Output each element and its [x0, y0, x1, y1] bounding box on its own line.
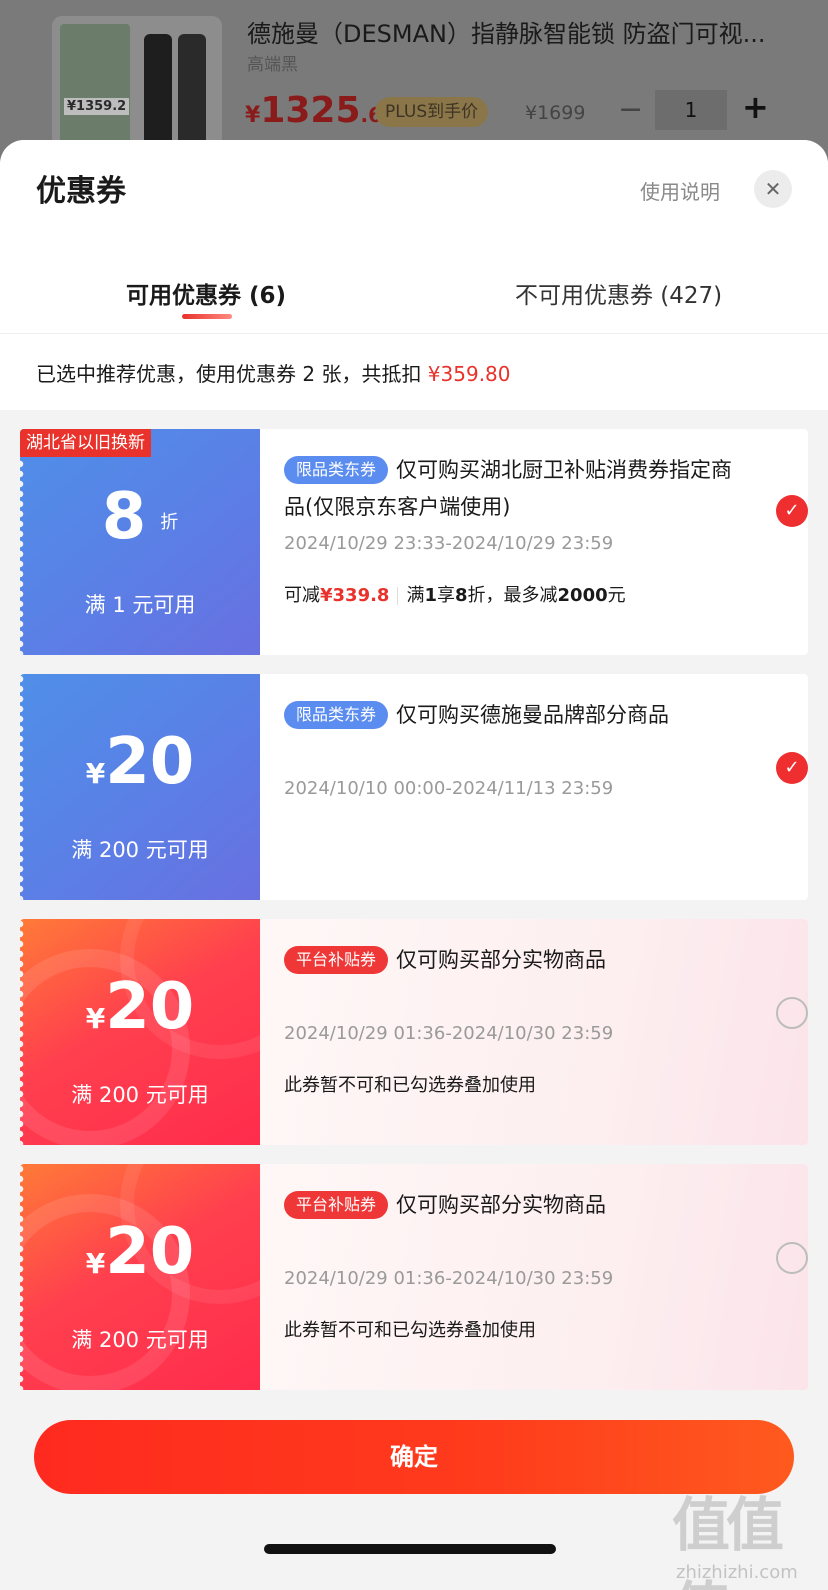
close-icon[interactable]: ✕: [754, 170, 792, 208]
sheet-title: 优惠券: [36, 174, 126, 209]
coupon-card[interactable]: 湖北省以旧换新 8折 满 1 元可用 限品类东券 仅可购买湖北厨卫补贴消费券指定商…: [20, 429, 808, 655]
price-integer: 1325: [260, 90, 361, 131]
coupon-details: 限品类东券 仅可购买湖北厨卫补贴消费券指定商品(仅限京东客户端使用) 2024/1…: [260, 429, 808, 655]
coupon-type-tag: 限品类东券: [284, 456, 389, 484]
lock-image: [144, 34, 172, 154]
savings-amount: ¥339.8: [320, 585, 390, 606]
price-currency: ¥: [245, 103, 261, 128]
coupon-validity: 2024/10/10 00:00-2024/11/13 23:59: [284, 778, 614, 799]
coupon-value: ¥20: [20, 1212, 260, 1292]
coupon-value-panel: ¥20 满 200 元可用: [20, 1164, 320, 1390]
region-badge: 湖北省以旧换新: [20, 429, 151, 457]
discount-value: 20: [105, 725, 195, 799]
coupon-description: 平台补贴券 仅可购买部分实物商品: [284, 941, 744, 979]
rule-part: 1: [424, 585, 437, 606]
home-indicator[interactable]: [264, 1544, 556, 1554]
coupon-value: 8折: [20, 477, 260, 557]
checked-icon[interactable]: ✓: [776, 752, 808, 784]
tab-indicator: [182, 314, 232, 319]
discount-value: 20: [105, 970, 195, 1044]
coupon-validity: 2024/10/29 01:36-2024/10/30 23:59: [284, 1268, 614, 1289]
unchecked-radio-icon[interactable]: [776, 997, 808, 1029]
rule-part: 元: [607, 585, 626, 606]
tab-unavailable-coupons[interactable]: 不可用优惠券 (427): [515, 276, 722, 310]
site-watermark-url: zhizhizhi.com: [676, 1562, 798, 1583]
coupon-details: 平台补贴券 仅可购买部分实物商品 2024/10/29 01:36-2024/10…: [260, 919, 808, 1145]
quantity-increase-button[interactable]: +: [742, 88, 769, 126]
currency-symbol: ¥: [85, 1002, 106, 1035]
coupon-value-panel: ¥20 满 200 元可用: [20, 919, 320, 1145]
usage-instructions-link[interactable]: 使用说明: [640, 176, 720, 205]
lock-image: [178, 34, 206, 154]
rule-part: 享: [437, 585, 455, 606]
coupon-stack-note: 此券暂不可和已勾选券叠加使用: [284, 1075, 536, 1096]
coupon-value-panel: ¥20 满 200 元可用: [20, 674, 260, 900]
sheet-header: 优惠券 使用说明 ✕ 可用优惠券 (6) 不可用优惠券 (427): [0, 140, 828, 334]
discount-unit: 折: [160, 512, 179, 533]
product-card: ¥1359.2 德施曼（DESMAN）指静脉智能锁 防盗门可视... 高端黑 ¥…: [0, 0, 828, 166]
coupon-validity: 2024/10/29 01:36-2024/10/30 23:59: [284, 1023, 614, 1044]
quantity-decrease-button[interactable]: −: [618, 92, 643, 127]
product-price: ¥1325.61: [245, 90, 396, 131]
coupon-condition: 满 1 元可用: [84, 593, 196, 617]
coupon-condition: 满 200 元可用: [71, 1083, 209, 1107]
discount-value: 20: [105, 1215, 195, 1289]
tab-available-coupons[interactable]: 可用优惠券 (6): [126, 276, 286, 310]
coupon-type-tag: 平台补贴券: [284, 1191, 389, 1219]
discount-value: 8: [101, 480, 147, 554]
original-price: ¥1699: [525, 102, 586, 124]
divider: [397, 587, 399, 605]
coupon-validity: 2024/10/29 23:33-2024/10/29 23:59: [284, 533, 614, 554]
coupon-description: 限品类东券 仅可购买湖北厨卫补贴消费券指定商品(仅限京东客户端使用): [284, 451, 744, 526]
coupon-description-text: 仅可购买部分实物商品: [396, 947, 607, 972]
coupon-savings: 可减¥339.8 满1享8折，最多减2000元: [284, 581, 626, 607]
savings-label: 可减: [284, 585, 320, 606]
plus-price-badge: PLUS到手价: [375, 97, 489, 127]
coupon-value: ¥20: [20, 967, 260, 1047]
rule-part: 折，最多减: [467, 585, 558, 606]
product-spec: 高端黑: [247, 55, 298, 75]
rule-part: 8: [455, 585, 468, 606]
summary-text: 已选中推荐优惠，使用优惠券 2 张，共抵扣 ¥359.80: [36, 358, 511, 387]
coupon-card[interactable]: ¥20 满 200 元可用 平台补贴券 仅可购买部分实物商品 2024/10/29…: [20, 1164, 808, 1390]
coupon-details: 限品类东券 仅可购买德施曼品牌部分商品 2024/10/10 00:00-2024…: [260, 674, 808, 900]
summary-label: 已选中推荐优惠，使用优惠券 2 张，共抵扣: [36, 362, 428, 386]
coupon-type-tag: 平台补贴券: [284, 946, 389, 974]
currency-symbol: ¥: [85, 757, 106, 790]
coupon-card[interactable]: ¥20 满 200 元可用 平台补贴券 仅可购买部分实物商品 2024/10/29…: [20, 919, 808, 1145]
coupon-stack-note: 此券暂不可和已勾选券叠加使用: [284, 1320, 536, 1341]
rule-part: 2000: [557, 585, 608, 606]
coupon-condition: 满 200 元可用: [71, 1328, 209, 1352]
coupon-value: ¥20: [20, 722, 260, 802]
thumbnail-panel: [60, 24, 130, 158]
coupon-description: 平台补贴券 仅可购买部分实物商品: [284, 1186, 744, 1224]
rule-text: 满1享8折，最多减2000元: [406, 585, 625, 606]
coupon-details: 平台补贴券 仅可购买部分实物商品 2024/10/29 01:36-2024/10…: [260, 1164, 808, 1390]
coupon-sheet: 优惠券 使用说明 ✕ 可用优惠券 (6) 不可用优惠券 (427) 已选中推荐优…: [0, 140, 828, 1590]
coupon-type-tag: 限品类东券: [284, 701, 389, 729]
coupon-value-panel: 湖北省以旧换新 8折 满 1 元可用: [20, 429, 260, 655]
thumbnail-price: ¥1359.2: [64, 98, 130, 115]
coupon-card[interactable]: ¥20 满 200 元可用 限品类东券 仅可购买德施曼品牌部分商品 2024/10…: [20, 674, 808, 900]
coupon-description-text: 仅可购买德施曼品牌部分商品: [396, 702, 670, 727]
checked-icon[interactable]: ✓: [776, 495, 808, 527]
currency-symbol: ¥: [85, 1247, 106, 1280]
product-title[interactable]: 德施曼（DESMAN）指静脉智能锁 防盗门可视...: [247, 14, 765, 49]
summary-amount: ¥359.80: [427, 362, 511, 386]
rule-part: 满: [406, 585, 425, 606]
selection-summary: 已选中推荐优惠，使用优惠券 2 张，共抵扣 ¥359.80: [0, 334, 828, 410]
coupon-description-text: 仅可购买部分实物商品: [396, 1192, 607, 1217]
coupon-description: 限品类东券 仅可购买德施曼品牌部分商品: [284, 696, 744, 734]
coupon-condition: 满 200 元可用: [71, 838, 209, 862]
unchecked-radio-icon[interactable]: [776, 1242, 808, 1274]
quantity-input[interactable]: 1: [655, 90, 727, 130]
